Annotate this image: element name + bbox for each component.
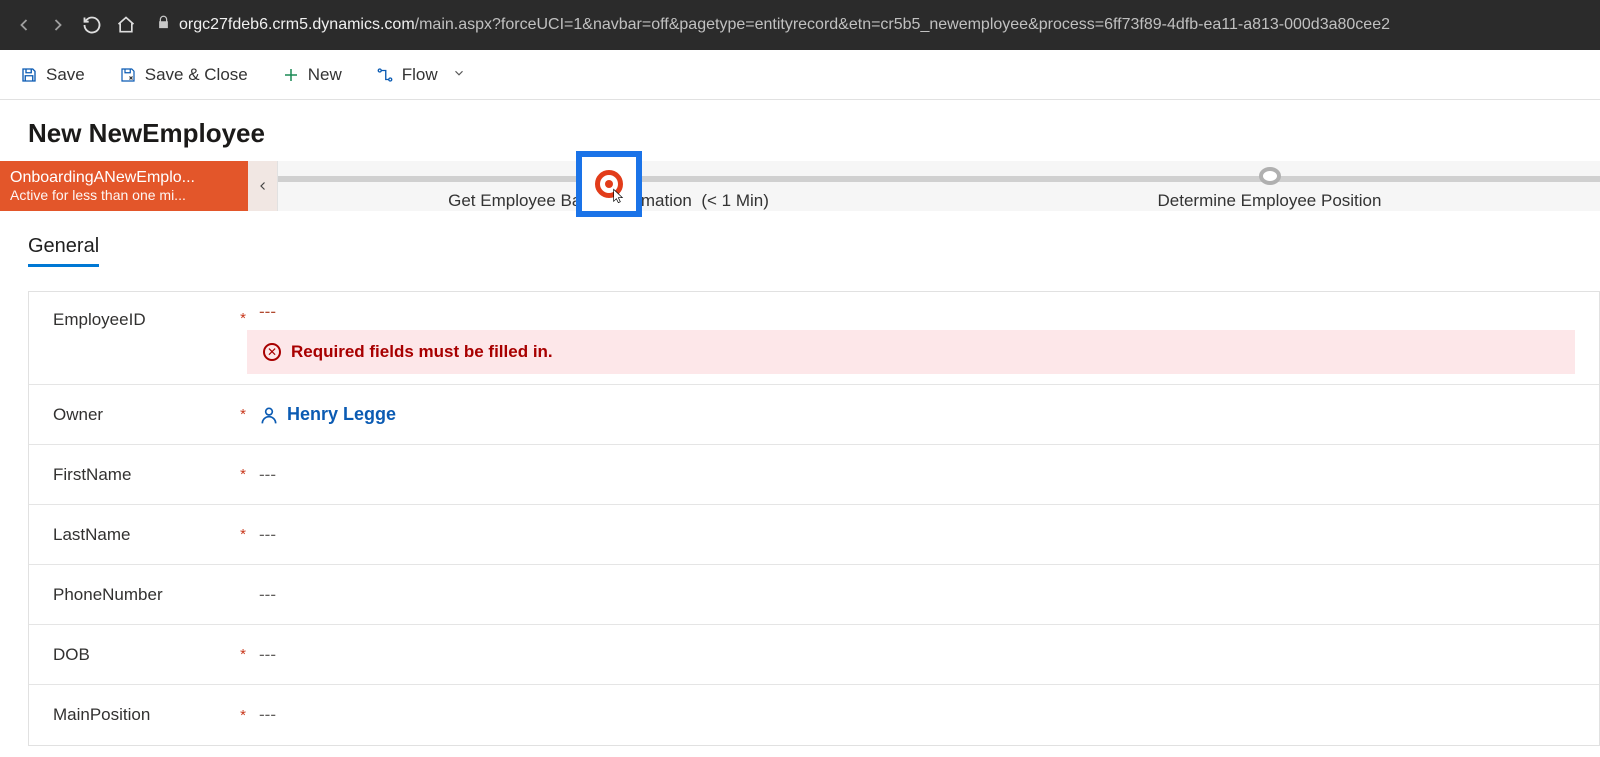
field-phone-number[interactable]: PhoneNumber --- <box>29 565 1599 625</box>
save-close-label: Save & Close <box>145 65 248 85</box>
owner-lookup-value[interactable]: Henry Legge <box>259 404 1575 425</box>
process-collapse-button[interactable] <box>248 161 278 211</box>
field-value: --- <box>253 302 1575 322</box>
process-stages: Get Employee Basic Information (< 1 Min)… <box>278 161 1600 211</box>
required-marker: * <box>233 302 253 327</box>
new-label: New <box>308 65 342 85</box>
required-marker: * <box>233 526 253 543</box>
stage-determine-employee-position[interactable]: Determine Employee Position <box>939 161 1600 211</box>
save-button[interactable]: Save <box>12 59 93 91</box>
field-value: --- <box>253 525 1575 545</box>
field-value: --- <box>253 465 1575 485</box>
nav-back-button[interactable] <box>12 13 36 37</box>
form-card: EmployeeID * --- ✕ Required fields must … <box>28 291 1600 746</box>
process-flow-bar: OnboardingANewEmplo... Active for less t… <box>0 161 1600 211</box>
lock-icon <box>156 15 171 35</box>
error-icon: ✕ <box>263 343 281 361</box>
save-close-icon <box>119 66 137 84</box>
field-owner[interactable]: Owner * Henry Legge <box>29 385 1599 445</box>
flow-button[interactable]: Flow <box>368 59 474 91</box>
required-marker: * <box>233 466 253 483</box>
plus-icon <box>282 66 300 84</box>
browser-chrome: orgc27fdeb6.crm5.dynamics.com/main.aspx?… <box>0 0 1600 50</box>
save-close-button[interactable]: Save & Close <box>111 59 256 91</box>
save-label: Save <box>46 65 85 85</box>
field-last-name[interactable]: LastName * --- <box>29 505 1599 565</box>
owner-name: Henry Legge <box>287 404 396 425</box>
stage2-label: Determine Employee Position <box>1158 191 1382 211</box>
tab-general[interactable]: General <box>28 235 99 267</box>
field-label: PhoneNumber <box>53 585 233 605</box>
field-label: MainPosition <box>53 705 233 725</box>
nav-forward-button[interactable] <box>46 13 70 37</box>
chevron-down-icon <box>452 65 466 85</box>
field-dob[interactable]: DOB * --- <box>29 625 1599 685</box>
field-first-name[interactable]: FirstName * --- <box>29 445 1599 505</box>
process-status: Active for less than one mi... <box>10 187 238 203</box>
required-marker: * <box>233 406 253 423</box>
command-bar: Save Save & Close New Flow <box>0 50 1600 100</box>
new-button[interactable]: New <box>274 59 350 91</box>
nav-home-button[interactable] <box>114 13 138 37</box>
process-name: OnboardingANewEmplo... <box>10 169 238 187</box>
url-text: orgc27fdeb6.crm5.dynamics.com/main.aspx?… <box>179 16 1390 34</box>
flow-label: Flow <box>402 65 438 85</box>
address-bar[interactable]: orgc27fdeb6.crm5.dynamics.com/main.aspx?… <box>148 15 1588 35</box>
field-employee-id[interactable]: EmployeeID * --- ✕ Required fields must … <box>29 292 1599 385</box>
field-label: EmployeeID <box>53 302 233 330</box>
nav-reload-button[interactable] <box>80 13 104 37</box>
stage-get-employee-basic-info[interactable]: Get Employee Basic Information (< 1 Min) <box>278 161 939 211</box>
cursor-icon <box>611 185 627 207</box>
stage-circle-icon <box>1259 167 1281 185</box>
field-label: Owner <box>53 405 233 425</box>
field-label: LastName <box>53 525 233 545</box>
field-label: DOB <box>53 645 233 665</box>
save-icon <box>20 66 38 84</box>
person-icon <box>259 405 279 425</box>
target-highlight <box>576 151 642 217</box>
required-marker: * <box>233 707 253 724</box>
flow-icon <box>376 66 394 84</box>
field-label: FirstName <box>53 465 233 485</box>
required-marker: * <box>233 646 253 663</box>
field-main-position[interactable]: MainPosition * --- <box>29 685 1599 745</box>
page-title: New NewEmployee <box>0 100 1600 161</box>
tabs-row: General <box>0 211 1600 267</box>
field-value: --- <box>253 585 1575 605</box>
error-text: Required fields must be filled in. <box>291 342 553 362</box>
field-value: --- <box>253 645 1575 665</box>
validation-error-banner: ✕ Required fields must be filled in. <box>247 330 1575 374</box>
process-name-chip[interactable]: OnboardingANewEmplo... Active for less t… <box>0 161 248 211</box>
field-value: --- <box>253 705 1575 725</box>
